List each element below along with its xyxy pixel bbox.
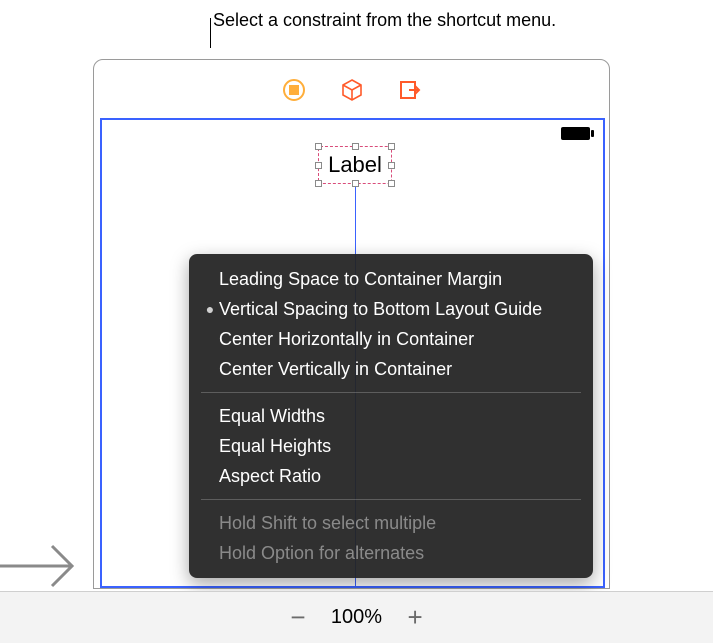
- zoom-out-button[interactable]: −: [285, 605, 311, 631]
- menu-item-label: Aspect Ratio: [219, 463, 321, 489]
- battery-icon: [561, 126, 595, 141]
- resize-handle[interactable]: [352, 143, 359, 150]
- menu-separator: [201, 499, 581, 500]
- resize-handle[interactable]: [388, 162, 395, 169]
- arrow-icon: [0, 540, 86, 597]
- zoom-in-button[interactable]: +: [402, 605, 428, 631]
- menu-item[interactable]: ●Vertical Spacing to Bottom Layout Guide: [189, 294, 593, 324]
- menu-item-label: Vertical Spacing to Bottom Layout Guide: [219, 296, 542, 322]
- menu-item-label: Center Horizontally in Container: [219, 326, 474, 352]
- constraint-context-menu: Leading Space to Container Margin●Vertic…: [189, 254, 593, 578]
- menu-item-label: Equal Widths: [219, 403, 325, 429]
- box-arrow-icon[interactable]: [399, 79, 421, 101]
- menu-hint: Hold Option for alternates: [189, 538, 593, 568]
- menu-item[interactable]: Center Vertically in Container: [189, 354, 593, 384]
- uilabel-element[interactable]: Label: [318, 146, 392, 184]
- menu-hint: Hold Shift to select multiple: [189, 508, 593, 538]
- uilabel-text: Label: [328, 152, 382, 178]
- cube-icon[interactable]: [341, 79, 363, 101]
- object-toolbar: [94, 79, 609, 109]
- menu-item[interactable]: Leading Space to Container Margin: [189, 264, 593, 294]
- menu-item[interactable]: Equal Heights: [189, 431, 593, 461]
- menu-separator: [201, 392, 581, 393]
- resize-handle[interactable]: [352, 180, 359, 187]
- menu-item-label: Center Vertically in Container: [219, 356, 452, 382]
- menu-item[interactable]: Equal Widths: [189, 401, 593, 431]
- menu-item-label: Equal Heights: [219, 433, 331, 459]
- menu-item[interactable]: Center Horizontally in Container: [189, 324, 593, 354]
- resize-handle[interactable]: [388, 180, 395, 187]
- menu-item-bullet: ●: [201, 296, 219, 322]
- resize-handle[interactable]: [315, 162, 322, 169]
- chip-icon[interactable]: [283, 79, 305, 101]
- zoom-bar: − 100% +: [0, 591, 713, 643]
- resize-handle[interactable]: [315, 180, 322, 187]
- menu-item[interactable]: Aspect Ratio: [189, 461, 593, 491]
- zoom-level: 100%: [331, 606, 382, 629]
- resize-handle[interactable]: [388, 143, 395, 150]
- resize-handle[interactable]: [315, 143, 322, 150]
- caption-text: Select a constraint from the shortcut me…: [213, 10, 556, 31]
- menu-item-label: Leading Space to Container Margin: [219, 266, 502, 292]
